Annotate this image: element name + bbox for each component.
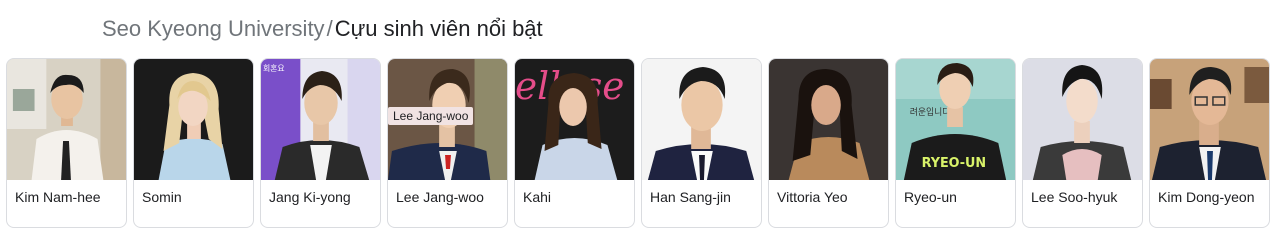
- shirt-text: RYEO-UN: [922, 156, 987, 171]
- breadcrumb: Seo Kyeong University/Cựu sinh viên nổi …: [102, 15, 543, 43]
- person-photo: ellese: [515, 59, 634, 180]
- sign-text: 회혼요: [263, 63, 285, 73]
- alumni-name: Kahi: [523, 189, 552, 205]
- alumni-card-kahi[interactable]: ellese Kahi: [514, 58, 635, 228]
- person-photo: [769, 59, 888, 180]
- alumni-name: Ryeo-un: [904, 189, 957, 205]
- alumni-name: Lee Jang-woo: [396, 189, 484, 205]
- alumni-card-somin[interactable]: Somin: [133, 58, 254, 228]
- person-photo: [642, 59, 761, 180]
- alumni-name: Vittoria Yeo: [777, 189, 848, 205]
- alumni-name: Kim Dong-yeon: [1158, 189, 1255, 205]
- breadcrumb-separator: /: [326, 16, 333, 41]
- person-photo: [7, 59, 126, 180]
- alumni-name: Kim Nam-hee: [15, 189, 101, 205]
- alumni-card-ryeo-un[interactable]: 려운입니다 RYEO-UN Ryeo-un: [895, 58, 1016, 228]
- alumni-name: Han Sang-jin: [650, 189, 731, 205]
- person-photo: [1023, 59, 1142, 180]
- alumni-card-lee-soo-hyuk[interactable]: Lee Soo-hyuk: [1022, 58, 1143, 228]
- breadcrumb-university-link[interactable]: Seo Kyeong University: [102, 16, 325, 41]
- page-title: Cựu sinh viên nổi bật: [334, 16, 543, 41]
- alumni-name: Jang Ki-yong: [269, 189, 351, 205]
- person-photo: 회혼요: [261, 59, 380, 180]
- alumni-name: Somin: [142, 189, 182, 205]
- person-photo: [134, 59, 253, 180]
- alumni-carousel: Kim Nam-hee Somin 회혼요 Jang Ki-yong Lee J…: [6, 58, 1274, 230]
- alumni-card-han-sang-jin[interactable]: Han Sang-jin: [641, 58, 762, 228]
- person-photo: [1150, 59, 1269, 180]
- alumni-card-jang-ki-yong[interactable]: 회혼요 Jang Ki-yong: [260, 58, 381, 228]
- alumni-name: Lee Soo-hyuk: [1031, 189, 1118, 205]
- alumni-card-vittoria-yeo[interactable]: Vittoria Yeo: [768, 58, 889, 228]
- name-tooltip: Lee Jang-woo: [388, 107, 474, 125]
- alumni-card-lee-jang-woo[interactable]: Lee Jang-woo Lee Jang-woo: [387, 58, 508, 228]
- sign-text: 려운입니다: [910, 106, 951, 118]
- person-photo: 려운입니다 RYEO-UN: [896, 59, 1015, 180]
- alumni-card-kim-dong-yeon[interactable]: Kim Dong-yeon: [1149, 58, 1270, 228]
- alumni-card-kim-nam-hee[interactable]: Kim Nam-hee: [6, 58, 127, 228]
